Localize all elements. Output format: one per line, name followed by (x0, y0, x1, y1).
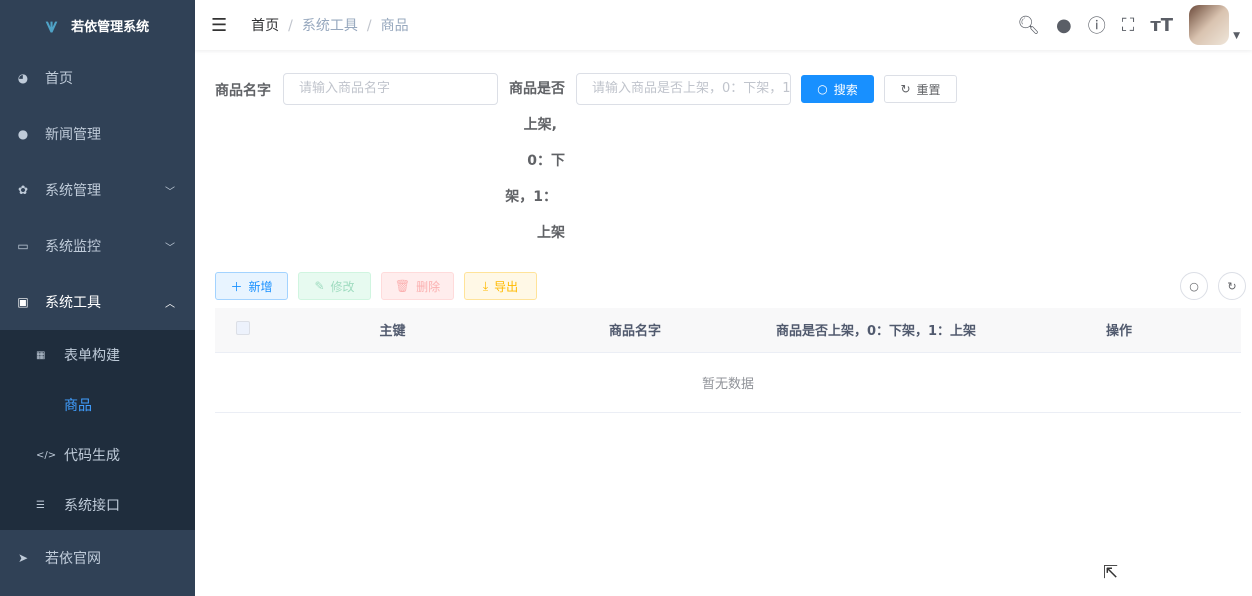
breadcrumb-item: 商品 (380, 18, 409, 34)
button-label: 新增 (248, 279, 273, 294)
sidebar-item-monitor[interactable]: ▭ 系统监控 ﹀ (0, 218, 195, 274)
button-label: 搜索 (833, 82, 858, 97)
sidebar-item-api[interactable]: ☰ 系统接口 (0, 480, 195, 530)
logo-icon: ⩛ (45, 13, 58, 37)
edit-icon: ✎ (314, 279, 325, 293)
delete-button[interactable]: 🗑︎ 删除 (381, 272, 454, 300)
refresh-button[interactable]: ↻ (1218, 272, 1246, 300)
sidebar-item-website[interactable]: ➤ 若依官网 (0, 530, 195, 586)
sidebar-item-goods[interactable]: 商品 (0, 380, 195, 430)
toggle-search-button[interactable]: ○ (1180, 272, 1208, 300)
search-icon: ○ (1189, 279, 1199, 293)
question-icon[interactable]: ⓘ (1088, 12, 1106, 38)
refresh-icon: ↻ (900, 82, 911, 96)
chevron-up-icon: ︿ (165, 298, 175, 310)
plus-icon: ＋ (230, 279, 243, 294)
sidebar-item-label: 首页 (45, 71, 73, 87)
sidebar-item-label: 若依官网 (45, 551, 101, 567)
sidebar-item-form-build[interactable]: ▦ 表单构建 (0, 330, 195, 380)
label-line: 0：下 (527, 153, 565, 169)
empty-text: 暂无数据 (215, 352, 1241, 413)
logo[interactable]: ⩛ 若依管理系统 (0, 0, 195, 50)
sidebar-item-label: 系统工具 (45, 295, 101, 311)
monitor-icon: ▭ (17, 239, 29, 253)
breadcrumb-separator: / (288, 18, 293, 34)
toolbox-icon: ▣ (17, 295, 29, 309)
sidebar-item-system[interactable]: ✿ 系统管理 ﹀ (0, 162, 195, 218)
search-icon[interactable]: 🔍︎ (1017, 15, 1040, 36)
toolbar: ＋ 新增 ✎ 修改 🗑︎ 删除 ⤓ 导出 ○ ↻ (215, 272, 1246, 308)
navbar: ☰ 首页 / 系统工具 / 商品 🔍︎ ● ⓘ ⛶ тT ▼ (195, 0, 1252, 50)
main-content: 商品名字 请输入商品名字 商品是否 上架, 0：下 架，1： 上架 请输入商品是… (215, 50, 1246, 413)
dashboard-icon: ◕ (17, 71, 29, 85)
sidebar-item-label: 代码生成 (64, 448, 120, 464)
button-label: 删除 (416, 279, 441, 294)
name-input[interactable]: 请输入商品名字 (283, 73, 498, 105)
font-size-icon[interactable]: тT (1150, 15, 1173, 36)
breadcrumb-item[interactable]: 系统工具 (302, 18, 358, 34)
status-label: 商品是否 上架, 0：下 架，1： 上架 (505, 71, 565, 251)
sidebar-item-news[interactable]: ● 新闻管理 (0, 106, 195, 162)
breadcrumb-separator: / (366, 18, 372, 34)
sidebar-item-label: 系统接口 (64, 498, 120, 514)
column-header: 商品是否上架，0：下架，1：上架 (755, 308, 997, 353)
app-title: 若依管理系统 (71, 19, 150, 35)
navbar-right: 🔍︎ ● ⓘ ⛶ тT ▼ (1017, 5, 1240, 45)
refresh-icon: ↻ (1227, 279, 1237, 293)
button-label: 导出 (494, 279, 519, 294)
download-icon: ⤓ (482, 278, 489, 293)
table-icon: ▦ (36, 349, 46, 361)
sidebar-item-label: 系统监控 (45, 239, 101, 255)
code-icon: </> (36, 449, 57, 461)
column-header: 主键 (270, 308, 515, 353)
data-table: 主键 商品名字 商品是否上架，0：下架，1：上架 操作 暂无数据 (215, 308, 1241, 413)
select-all-checkbox[interactable] (235, 320, 250, 335)
sidebar-item-label: 商品 (64, 398, 92, 414)
button-label: 修改 (330, 279, 355, 294)
caret-down-icon[interactable]: ▼ (1233, 31, 1240, 41)
name-label: 商品名字 (215, 83, 271, 99)
label-line: 商品是否 (509, 81, 565, 97)
mouse-cursor-icon: ⇱ (1103, 562, 1119, 583)
chevron-down-icon: ﹀ (165, 186, 175, 198)
hamburger-icon[interactable]: ☰ (211, 15, 227, 36)
label-line: 架，1： (505, 189, 557, 205)
table-header: 主键 商品名字 商品是否上架，0：下架，1：上架 操作 (215, 308, 1241, 353)
chevron-down-icon: ﹀ (165, 242, 175, 254)
sidebar-item-codegen[interactable]: </> 代码生成 (0, 430, 195, 480)
sidebar-item-label: 新闻管理 (45, 127, 101, 143)
edit-button[interactable]: ✎ 修改 (298, 272, 371, 300)
select-all-cell (215, 308, 270, 353)
export-button[interactable]: ⤓ 导出 (464, 272, 537, 300)
sidebar-item-label: 系统管理 (45, 183, 101, 199)
label-line: 上架 (537, 225, 565, 241)
submenu-tools: ▦ 表单构建 商品 </> 代码生成 ☰ 系统接口 (0, 330, 195, 530)
search-button[interactable]: ○ 搜索 (801, 75, 874, 103)
search-form: 商品名字 请输入商品名字 商品是否 上架, 0：下 架，1： 上架 请输入商品是… (215, 50, 1240, 260)
gear-icon: ✿ (17, 183, 29, 197)
breadcrumb-item[interactable]: 首页 (251, 18, 279, 34)
label-line: 上架, (523, 117, 557, 133)
search-icon: ○ (817, 82, 828, 96)
column-header: 操作 (997, 308, 1241, 353)
fullscreen-icon[interactable]: ⛶ (1122, 15, 1135, 36)
reset-button[interactable]: ↻ 重置 (884, 75, 957, 103)
sidebar-item-tools[interactable]: ▣ 系统工具 ︿ (0, 274, 195, 330)
sidebar: ⩛ 若依管理系统 ◕ 首页 ● 新闻管理 ✿ 系统管理 ﹀ ▭ 系统监控 ﹀ ▣ 系统工具 ︿ … (0, 0, 195, 596)
add-button[interactable]: ＋ 新增 (215, 272, 288, 300)
avatar[interactable] (1189, 5, 1230, 45)
github-icon[interactable]: ● (1056, 15, 1072, 36)
404-icon: ● (17, 127, 29, 141)
column-header: 商品名字 (515, 308, 755, 353)
button-label: 重置 (916, 82, 941, 97)
sidebar-item-label: 表单构建 (64, 348, 120, 364)
status-input[interactable]: 请输入商品是否上架，0：下架，1：上架 (576, 73, 791, 105)
send-icon: ➤ (17, 551, 29, 565)
breadcrumb: 首页 / 系统工具 / 商品 (251, 15, 408, 35)
sidebar-item-home[interactable]: ◕ 首页 (0, 50, 195, 106)
trash-icon: 🗑︎ (394, 279, 411, 293)
sliders-icon: ☰ (36, 499, 45, 511)
